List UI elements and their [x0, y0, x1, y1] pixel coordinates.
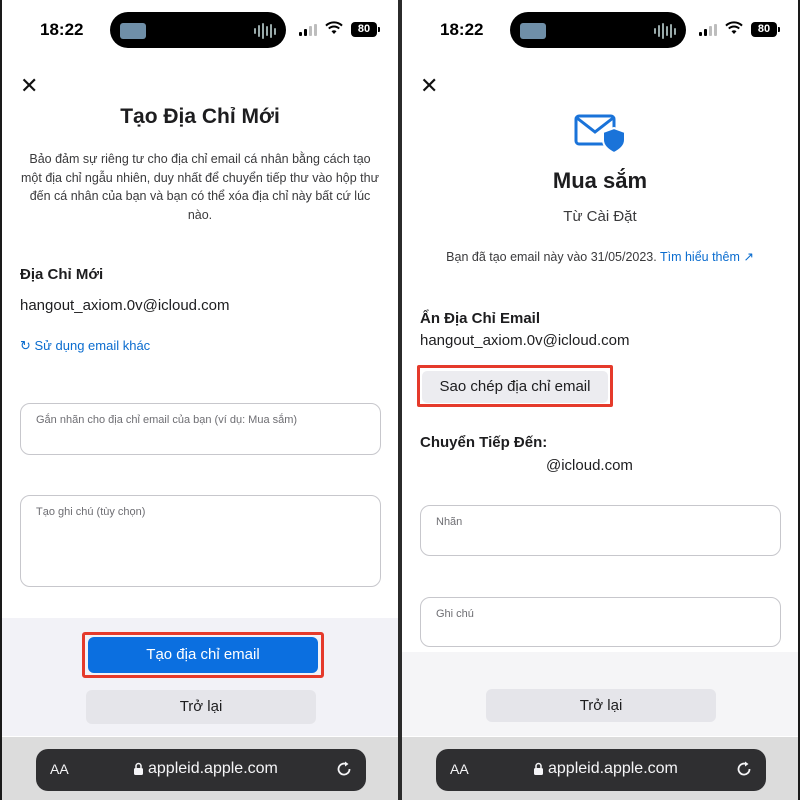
lock-icon	[134, 762, 143, 775]
refresh-icon: ↻	[20, 338, 35, 353]
address-bar[interactable]: AA appleid.apple.com	[436, 749, 766, 791]
audio-wave-icon	[254, 22, 276, 40]
reload-icon[interactable]	[334, 759, 354, 779]
label-input[interactable]: Gắn nhãn cho địa chỉ email của bạn (ví d…	[20, 403, 381, 455]
note-field-text: Ghi chú	[436, 608, 474, 620]
status-bar: 18:22 80	[2, 0, 398, 58]
forward-email-address: @icloud.com	[546, 457, 633, 474]
status-time: 18:22	[440, 20, 484, 39]
battery-indicator: 80	[751, 22, 780, 37]
page-title: Tạo Địa Chỉ Mới	[120, 105, 280, 128]
new-address-label: Địa Chỉ Mới	[20, 266, 104, 283]
create-address-screen: 18:22 80 ✕ Tạo Địa Chỉ Mới Bảo đảm sự ri…	[2, 0, 398, 800]
url-text: appleid.apple.com	[148, 760, 278, 777]
close-icon[interactable]: ✕	[420, 75, 440, 97]
use-other-email-link[interactable]: ↻ Sử dụng email khác	[20, 338, 150, 354]
label-input-placeholder: Gắn nhãn cho địa chỉ email của bạn (ví d…	[36, 414, 298, 426]
media-thumbnail	[120, 23, 146, 39]
dynamic-island	[110, 12, 286, 48]
learn-more-link[interactable]: Tìm hiểu thêm ↗	[660, 250, 754, 264]
battery-indicator: 80	[351, 22, 380, 37]
label-field-text: Nhãn	[436, 516, 463, 528]
hide-email-heading: Ẩn Địa Chỉ Email	[420, 310, 541, 327]
browser-bar: AA appleid.apple.com	[2, 737, 398, 800]
email-source: Từ Cài Đặt	[563, 208, 637, 225]
close-icon[interactable]: ✕	[20, 75, 40, 97]
status-bar: 18:22 80	[402, 0, 798, 58]
page-description: Bảo đảm sự riêng tư cho địa chỉ email cá…	[21, 152, 379, 222]
mail-shield-icon	[574, 114, 626, 155]
forward-to-heading: Chuyển Tiếp Đến:	[420, 434, 548, 451]
signal-icon	[699, 24, 717, 36]
note-textarea-placeholder: Tạo ghi chú (tùy chọn)	[36, 506, 146, 518]
status-time: 18:22	[40, 20, 84, 39]
reload-icon[interactable]	[734, 759, 754, 779]
back-button[interactable]: Trở lại	[86, 690, 316, 724]
wifi-icon	[325, 21, 343, 34]
label-field[interactable]: Nhãn	[420, 505, 781, 556]
use-other-email-label: Sử dụng email khác	[34, 338, 151, 353]
text-size-button[interactable]: AA	[50, 761, 69, 777]
url-text: appleid.apple.com	[548, 760, 678, 777]
dynamic-island	[510, 12, 686, 48]
back-button[interactable]: Trở lại	[486, 689, 716, 722]
audio-wave-icon	[654, 22, 676, 40]
browser-bar: AA appleid.apple.com	[402, 737, 798, 800]
lock-icon	[534, 762, 543, 775]
created-info: Bạn đã tạo email này vào 31/05/2023. Tìm…	[402, 249, 798, 264]
copy-email-button[interactable]: Sao chép địa chỉ email	[422, 371, 608, 403]
generated-email: hangout_axiom.0v@icloud.com	[20, 297, 230, 314]
hidden-email-address: hangout_axiom.0v@icloud.com	[420, 332, 630, 349]
note-textarea[interactable]: Tạo ghi chú (tùy chọn)	[20, 495, 381, 587]
email-details-screen: 18:22 80 ✕ Mua sắm Từ Cài Đặt Bạn đã tạo…	[402, 0, 798, 800]
wifi-icon	[725, 21, 743, 34]
signal-icon	[299, 24, 317, 36]
create-email-button[interactable]: Tạo địa chỉ email	[88, 637, 318, 673]
media-thumbnail	[520, 23, 546, 39]
address-bar[interactable]: AA appleid.apple.com	[36, 749, 366, 791]
text-size-button[interactable]: AA	[450, 761, 469, 777]
created-date-text: Bạn đã tạo email này vào 31/05/2023.	[446, 250, 657, 264]
email-label-title: Mua sắm	[552, 168, 648, 193]
note-field[interactable]: Ghi chú	[420, 597, 781, 647]
